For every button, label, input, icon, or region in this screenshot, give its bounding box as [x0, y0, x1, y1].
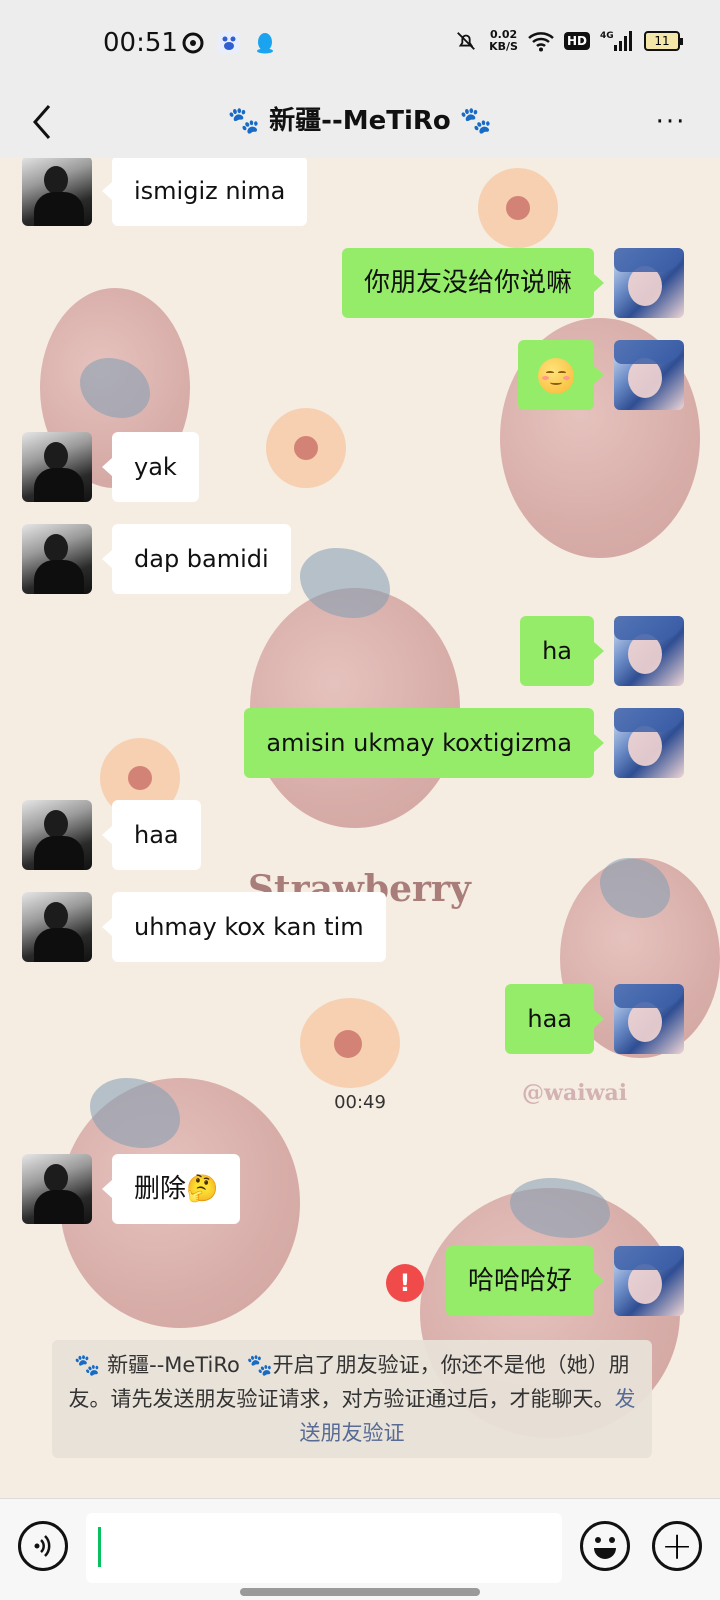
wifi-icon [528, 28, 554, 54]
friend-verification-notice: 🐾 新疆--MeTiRo 🐾开启了朋友验证，你还不是他（她）朋友。请先发送朋友验… [52, 1340, 652, 1458]
message-bubble[interactable] [518, 340, 604, 410]
message-sent: amisin ukmay koxtigizma [244, 708, 684, 778]
contact-avatar[interactable] [22, 158, 92, 226]
battery-icon: 11 [644, 31, 683, 51]
netease-music-icon [180, 30, 206, 56]
more-button[interactable]: ··· [646, 100, 696, 144]
contact-avatar[interactable] [22, 432, 92, 502]
my-avatar[interactable] [614, 340, 684, 410]
message-bubble[interactable]: 哈哈哈好 [445, 1246, 605, 1316]
message-bubble[interactable]: haa [505, 984, 604, 1054]
flower-decoration [334, 1030, 362, 1058]
contact-avatar[interactable] [22, 800, 92, 870]
contact-avatar[interactable] [22, 524, 92, 594]
mute-icon [453, 28, 479, 54]
home-indicator[interactable] [240, 1588, 480, 1596]
message-bubble[interactable]: 你朋友没给你说嘛 [341, 248, 605, 318]
message-sent: haa [505, 984, 684, 1054]
flower-decoration [294, 436, 318, 460]
svg-text:4G: 4G [600, 31, 614, 41]
message-sent: 你朋友没给你说嘛 [341, 248, 684, 318]
message-received: 删除🤔 [22, 1154, 241, 1224]
message-received: haa [22, 800, 201, 870]
message-bubble[interactable]: uhmay kox kan tim [102, 892, 386, 962]
chat-timestamp: 00:49 [334, 1092, 386, 1113]
message-bubble[interactable]: haa [102, 800, 201, 870]
message-bubble[interactable]: ismigiz nima [101, 158, 308, 226]
status-time: 00:51 [103, 28, 178, 58]
status-right: 0.02 KB/S HD 4G 11 [453, 28, 683, 54]
flower-decoration [128, 766, 152, 790]
message-bubble[interactable]: 删除🤔 [101, 1154, 241, 1224]
voice-icon [34, 1535, 51, 1557]
message-received: dap bamidi [22, 524, 291, 594]
message-input[interactable] [86, 1513, 562, 1583]
notification-icons [180, 30, 278, 56]
message-sent: 哈哈哈好 [445, 1246, 684, 1316]
message-sent: ha [520, 616, 684, 686]
chat-area[interactable]: Strawberry @waiwai ismigiz nima 你朋友没给你说嘛… [0, 158, 720, 1498]
message-bubble[interactable]: amisin ukmay koxtigizma [244, 708, 604, 778]
more-functions-button[interactable]: + [652, 1521, 702, 1571]
text-caret [98, 1527, 101, 1567]
signal-icon: 4G [600, 28, 634, 54]
contact-avatar[interactable] [22, 1154, 92, 1224]
input-bar: + [0, 1498, 720, 1600]
message-received: ismigiz nima [22, 158, 308, 226]
message-sent [518, 340, 684, 410]
flower-decoration [506, 196, 530, 220]
my-avatar[interactable] [614, 616, 684, 686]
hd-badge: HD [563, 32, 590, 50]
message-bubble[interactable]: dap bamidi [102, 524, 291, 594]
system-notice-text: 🐾 新疆--MeTiRo 🐾开启了朋友验证，你还不是他（她）朋友。请先发送朋友验… [68, 1353, 630, 1411]
message-bubble[interactable]: yak [102, 432, 199, 502]
my-avatar[interactable] [614, 984, 684, 1054]
qq-icon [252, 30, 278, 56]
emoji-icon [594, 1537, 616, 1559]
message-bubble[interactable]: ha [520, 616, 604, 686]
chat-title: 🐾 新疆--MeTiRo 🐾 [227, 106, 493, 136]
message-received: yak [22, 432, 199, 502]
message-received: uhmay kox kan tim [22, 892, 386, 962]
contact-avatar[interactable] [22, 892, 92, 962]
emoji-button[interactable] [580, 1521, 630, 1571]
my-avatar[interactable] [614, 248, 684, 318]
net-speed: 0.02 KB/S [489, 28, 518, 53]
voice-button[interactable] [18, 1521, 68, 1571]
smiling-face-icon [538, 358, 574, 394]
status-bar: 00:51 0.02 KB/S HD 4G 11 [0, 0, 720, 90]
my-avatar[interactable] [614, 708, 684, 778]
send-failed-icon[interactable]: ! [386, 1264, 424, 1302]
my-avatar[interactable] [614, 1246, 684, 1316]
nav-bar: 🐾 新疆--MeTiRo 🐾 ··· [0, 90, 720, 158]
baidu-icon [216, 30, 242, 56]
